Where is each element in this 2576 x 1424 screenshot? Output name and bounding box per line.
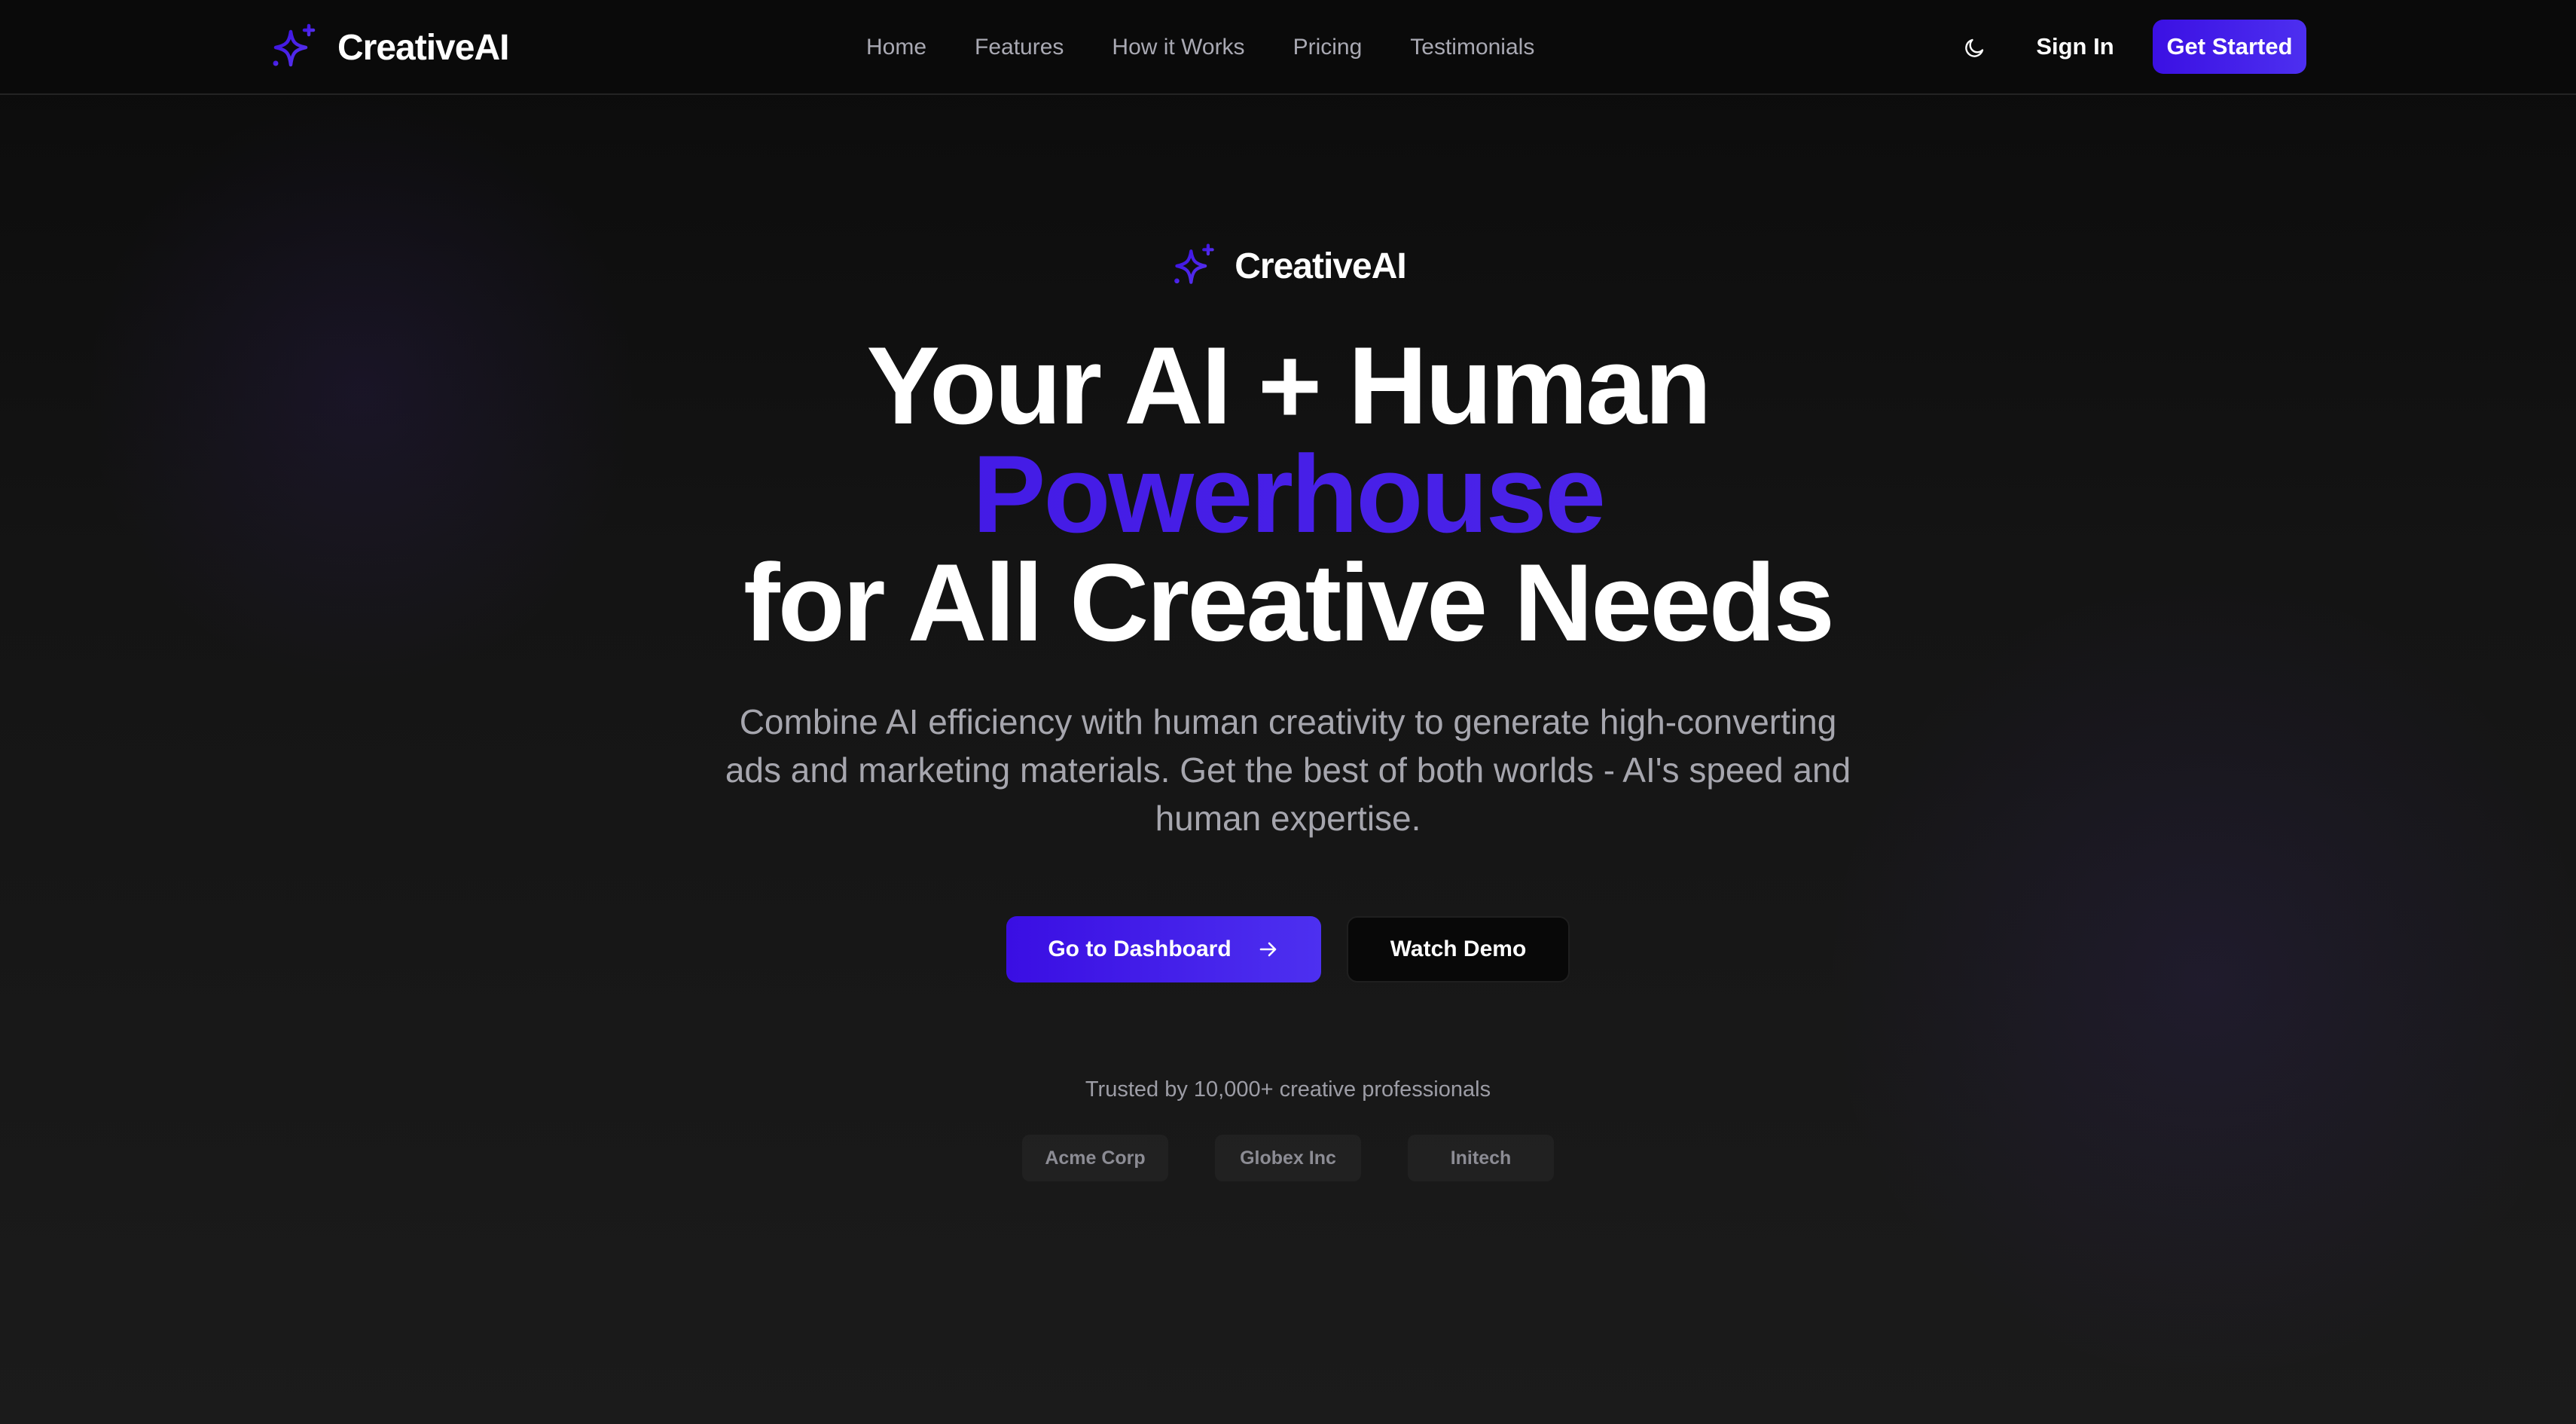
logo-globex-inc: Globex Inc bbox=[1215, 1135, 1361, 1181]
hero-brand-name: CreativeAI bbox=[1235, 246, 1406, 286]
get-started-button[interactable]: Get Started bbox=[2153, 20, 2306, 74]
brand-home-link[interactable]: CreativeAI bbox=[268, 21, 509, 74]
sign-in-button[interactable]: Sign In bbox=[2026, 20, 2124, 73]
sparkles-icon bbox=[1174, 243, 1214, 284]
brand-name: CreativeAI bbox=[337, 27, 509, 68]
nav-link-features[interactable]: Features bbox=[975, 35, 1064, 60]
logo-initech: Initech bbox=[1408, 1135, 1554, 1181]
nav-link-pricing[interactable]: Pricing bbox=[1293, 35, 1363, 60]
arrow-right-icon bbox=[1259, 942, 1276, 957]
watch-demo-button[interactable]: Watch Demo bbox=[1347, 916, 1570, 982]
trusted-logos: Acme Corp Globex Inc Initech bbox=[0, 1135, 2576, 1181]
headline-line-3: for All Creative Needs bbox=[743, 541, 1835, 664]
top-navbar: CreativeAI Home Features How it Works Pr… bbox=[0, 0, 2576, 95]
cta-row: Go to Dashboard Watch Demo bbox=[0, 916, 2576, 982]
trusted-by-text: Trusted by 10,000+ creative professional… bbox=[1085, 1077, 1491, 1102]
logo-acme-corp: Acme Corp bbox=[1022, 1135, 1168, 1181]
go-to-dashboard-label: Go to Dashboard bbox=[1048, 937, 1232, 961]
headline-accent: Powerhouse bbox=[0, 439, 2576, 549]
hero-headline: Your AI + Human Powerhouse for All Creat… bbox=[0, 324, 2576, 664]
nav-link-how-it-works[interactable]: How it Works bbox=[1112, 35, 1244, 60]
go-to-dashboard-button[interactable]: Go to Dashboard bbox=[1006, 916, 1321, 982]
hero-brand: CreativeAI bbox=[0, 238, 2576, 294]
sparkles-icon bbox=[273, 23, 316, 67]
landing-page: CreativeAI Home Features How it Works Pr… bbox=[0, 0, 2576, 1424]
theme-toggle-button[interactable] bbox=[1951, 23, 1999, 72]
primary-nav: Home Features How it Works Pricing Testi… bbox=[866, 23, 1534, 72]
moon-icon bbox=[1965, 38, 1984, 57]
nav-link-testimonials[interactable]: Testimonials bbox=[1410, 35, 1534, 60]
hero-subtitle: Combine AI efficiency with human creativ… bbox=[725, 702, 1851, 838]
nav-link-home[interactable]: Home bbox=[866, 35, 926, 60]
headline-line-1: Your AI + Human bbox=[866, 324, 1711, 447]
